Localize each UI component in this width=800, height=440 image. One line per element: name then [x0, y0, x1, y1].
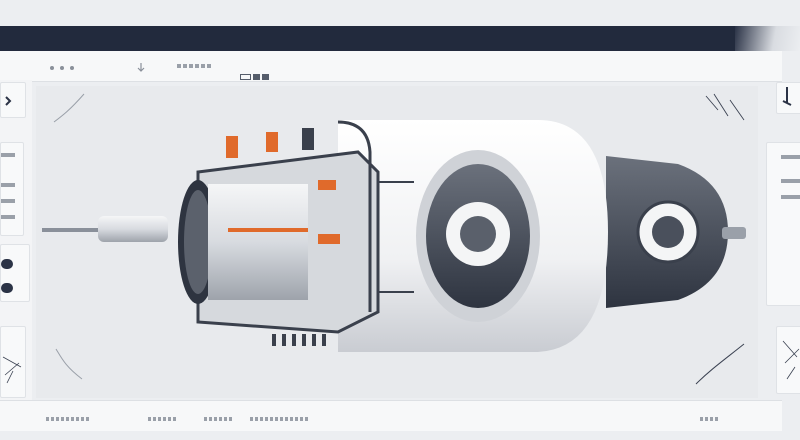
menu-bar-icon[interactable]: [781, 179, 800, 183]
title-bar: [0, 26, 750, 51]
toggle-icon[interactable]: [1, 283, 13, 293]
window-dot-icon[interactable]: [60, 66, 64, 70]
status-label-placeholder: [250, 417, 310, 421]
left-panel-top: [0, 82, 26, 118]
chevron-icon[interactable]: [3, 95, 13, 107]
status-label-placeholder: [148, 417, 178, 421]
toolbar: [0, 51, 782, 82]
menu-bar-icon[interactable]: [1, 199, 15, 203]
menu-bar-icon[interactable]: [1, 153, 15, 157]
window-dot-icon[interactable]: [50, 66, 54, 70]
status-label-placeholder: [204, 417, 232, 421]
turbine-engine-illustration: [42, 120, 746, 352]
status-label-placeholder: [700, 417, 718, 421]
right-panel-menu: [766, 142, 800, 306]
right-panel-sketch: [776, 326, 800, 394]
status-bar: [0, 400, 782, 431]
right-panel-top: [776, 82, 800, 114]
pin-icon[interactable]: [777, 83, 797, 111]
menu-bar-icon[interactable]: [1, 183, 15, 187]
toolbar-label-placeholder: [177, 64, 211, 68]
title-bar-fade: [735, 26, 800, 51]
sketch-icon: [782, 340, 800, 380]
left-panel-sketch: [0, 326, 26, 398]
left-panel-toggles: [0, 244, 30, 302]
toggle-icon[interactable]: [1, 259, 13, 269]
menu-bar-icon[interactable]: [781, 195, 800, 199]
status-icons: [46, 417, 90, 421]
arrow-icon[interactable]: [137, 63, 147, 72]
menu-bar-icon[interactable]: [1, 215, 15, 219]
left-panel-menu: [0, 142, 24, 236]
squares-icon[interactable]: [240, 67, 271, 85]
sketch-icon: [2, 356, 22, 384]
menu-bar-icon[interactable]: [781, 155, 800, 159]
window-dot-icon[interactable]: [70, 66, 74, 70]
